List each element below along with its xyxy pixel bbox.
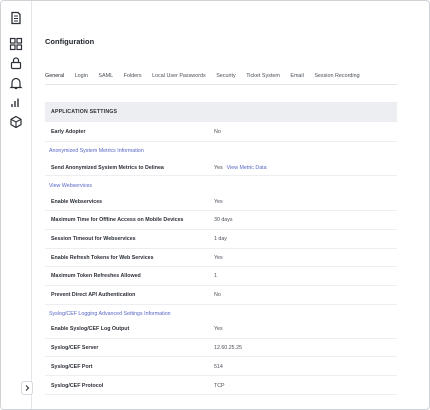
setting-label: Enable Webservices [51,199,103,205]
setting-label: Syslog/CEF Port [51,364,93,370]
page-title: Configuration [45,37,95,46]
setting-label: Maximum Time for Offline Access on Mobil… [51,217,184,223]
setting-row-send-metrics: Send Anonymized System Metrics to Deline… [45,156,397,176]
tab-bar: General Login SAML Folders Local User Pa… [45,71,370,85]
tabs-divider [45,84,397,85]
bar-chart-icon[interactable] [9,95,23,109]
bell-icon[interactable] [9,76,23,90]
view-metric-data-link[interactable]: View Metric Data [227,165,267,171]
syslog-info-link[interactable]: Syslog/CEF Logging Advanced Settings Inf… [49,311,171,317]
tab-local-user-passwords[interactable]: Local User Passwords [152,71,206,85]
setting-value: TCP [214,383,225,389]
tab-session-recording[interactable]: Session Recording [314,71,359,85]
view-webservices-link[interactable]: View Webservices [49,183,92,189]
tab-ticket-system[interactable]: Ticket System [246,71,280,85]
setting-value: 12.60.25.25 [214,345,242,351]
setting-row-early-adopter: Early Adopter No [45,122,397,142]
grid-icon[interactable] [9,37,23,51]
lock-icon[interactable] [9,56,23,70]
setting-label: Session Timeout for Webservices [51,236,136,242]
tab-security[interactable]: Security [216,71,235,85]
setting-value: No [214,129,221,135]
setting-label: Enable Syslog/CEF Log Output [51,326,130,332]
tab-general[interactable]: General [45,71,65,85]
setting-value: 514 [214,364,223,370]
setting-row-prevent-api: Prevent Direct API Authentication No [45,286,397,305]
setting-value: 30 days [214,217,233,223]
setting-row-syslog-output: Enable Syslog/CEF Log Output Yes [45,319,397,339]
setting-value: Yes [214,326,223,332]
setting-value: Yes [214,165,223,171]
chevron-right-icon [25,385,30,391]
tab-folders[interactable]: Folders [124,71,142,85]
setting-row-syslog-port: Syslog/CEF Port 514 [45,357,397,376]
setting-label: Maximum Token Refreshes Allowed [51,273,141,279]
sidebar [1,1,33,409]
setting-label: Syslog/CEF Protocol [51,383,104,389]
setting-row-syslog-protocol: Syslog/CEF Protocol TCP [45,376,397,395]
setting-value: Yes [214,255,223,261]
sidebar-expand-button[interactable] [21,381,33,395]
tab-email[interactable]: Email [290,71,303,85]
section-header: APPLICATION SETTINGS [45,102,397,122]
setting-value: 1 day [214,236,227,242]
setting-value-group: Yes View Metric Data [214,165,267,171]
document-stack-icon[interactable] [9,11,23,25]
setting-row-session-timeout: Session Timeout for Webservices 1 day [45,230,397,249]
app-window: Configuration General Login SAML Folders… [0,0,430,410]
setting-label: Send Anonymized System Metrics to Deline… [51,165,164,171]
cube-icon[interactable] [9,115,23,129]
setting-row-max-refreshes: Maximum Token Refreshes Allowed 1 [45,267,397,286]
setting-value: No [214,292,221,298]
setting-label: Enable Refresh Tokens for Web Services [51,255,154,261]
setting-label: Early Adopter [51,129,86,135]
setting-label: Syslog/CEF Server [51,345,99,351]
setting-row-enable-webservices: Enable Webservices Yes [45,191,397,211]
tab-login[interactable]: Login [75,71,88,85]
anon-metrics-info-link[interactable]: Anonymized System Metrics Information [49,148,144,154]
setting-row-syslog-server: Syslog/CEF Server 12.60.25.25 [45,339,397,357]
setting-row-refresh-tokens: Enable Refresh Tokens for Web Services Y… [45,249,397,267]
section-title: APPLICATION SETTINGS [51,109,118,115]
setting-row-max-offline: Maximum Time for Offline Access on Mobil… [45,211,397,230]
setting-value: Yes [214,199,223,205]
setting-value: 1 [214,273,217,279]
setting-label: Prevent Direct API Authentication [51,292,136,298]
tab-saml[interactable]: SAML [98,71,113,85]
